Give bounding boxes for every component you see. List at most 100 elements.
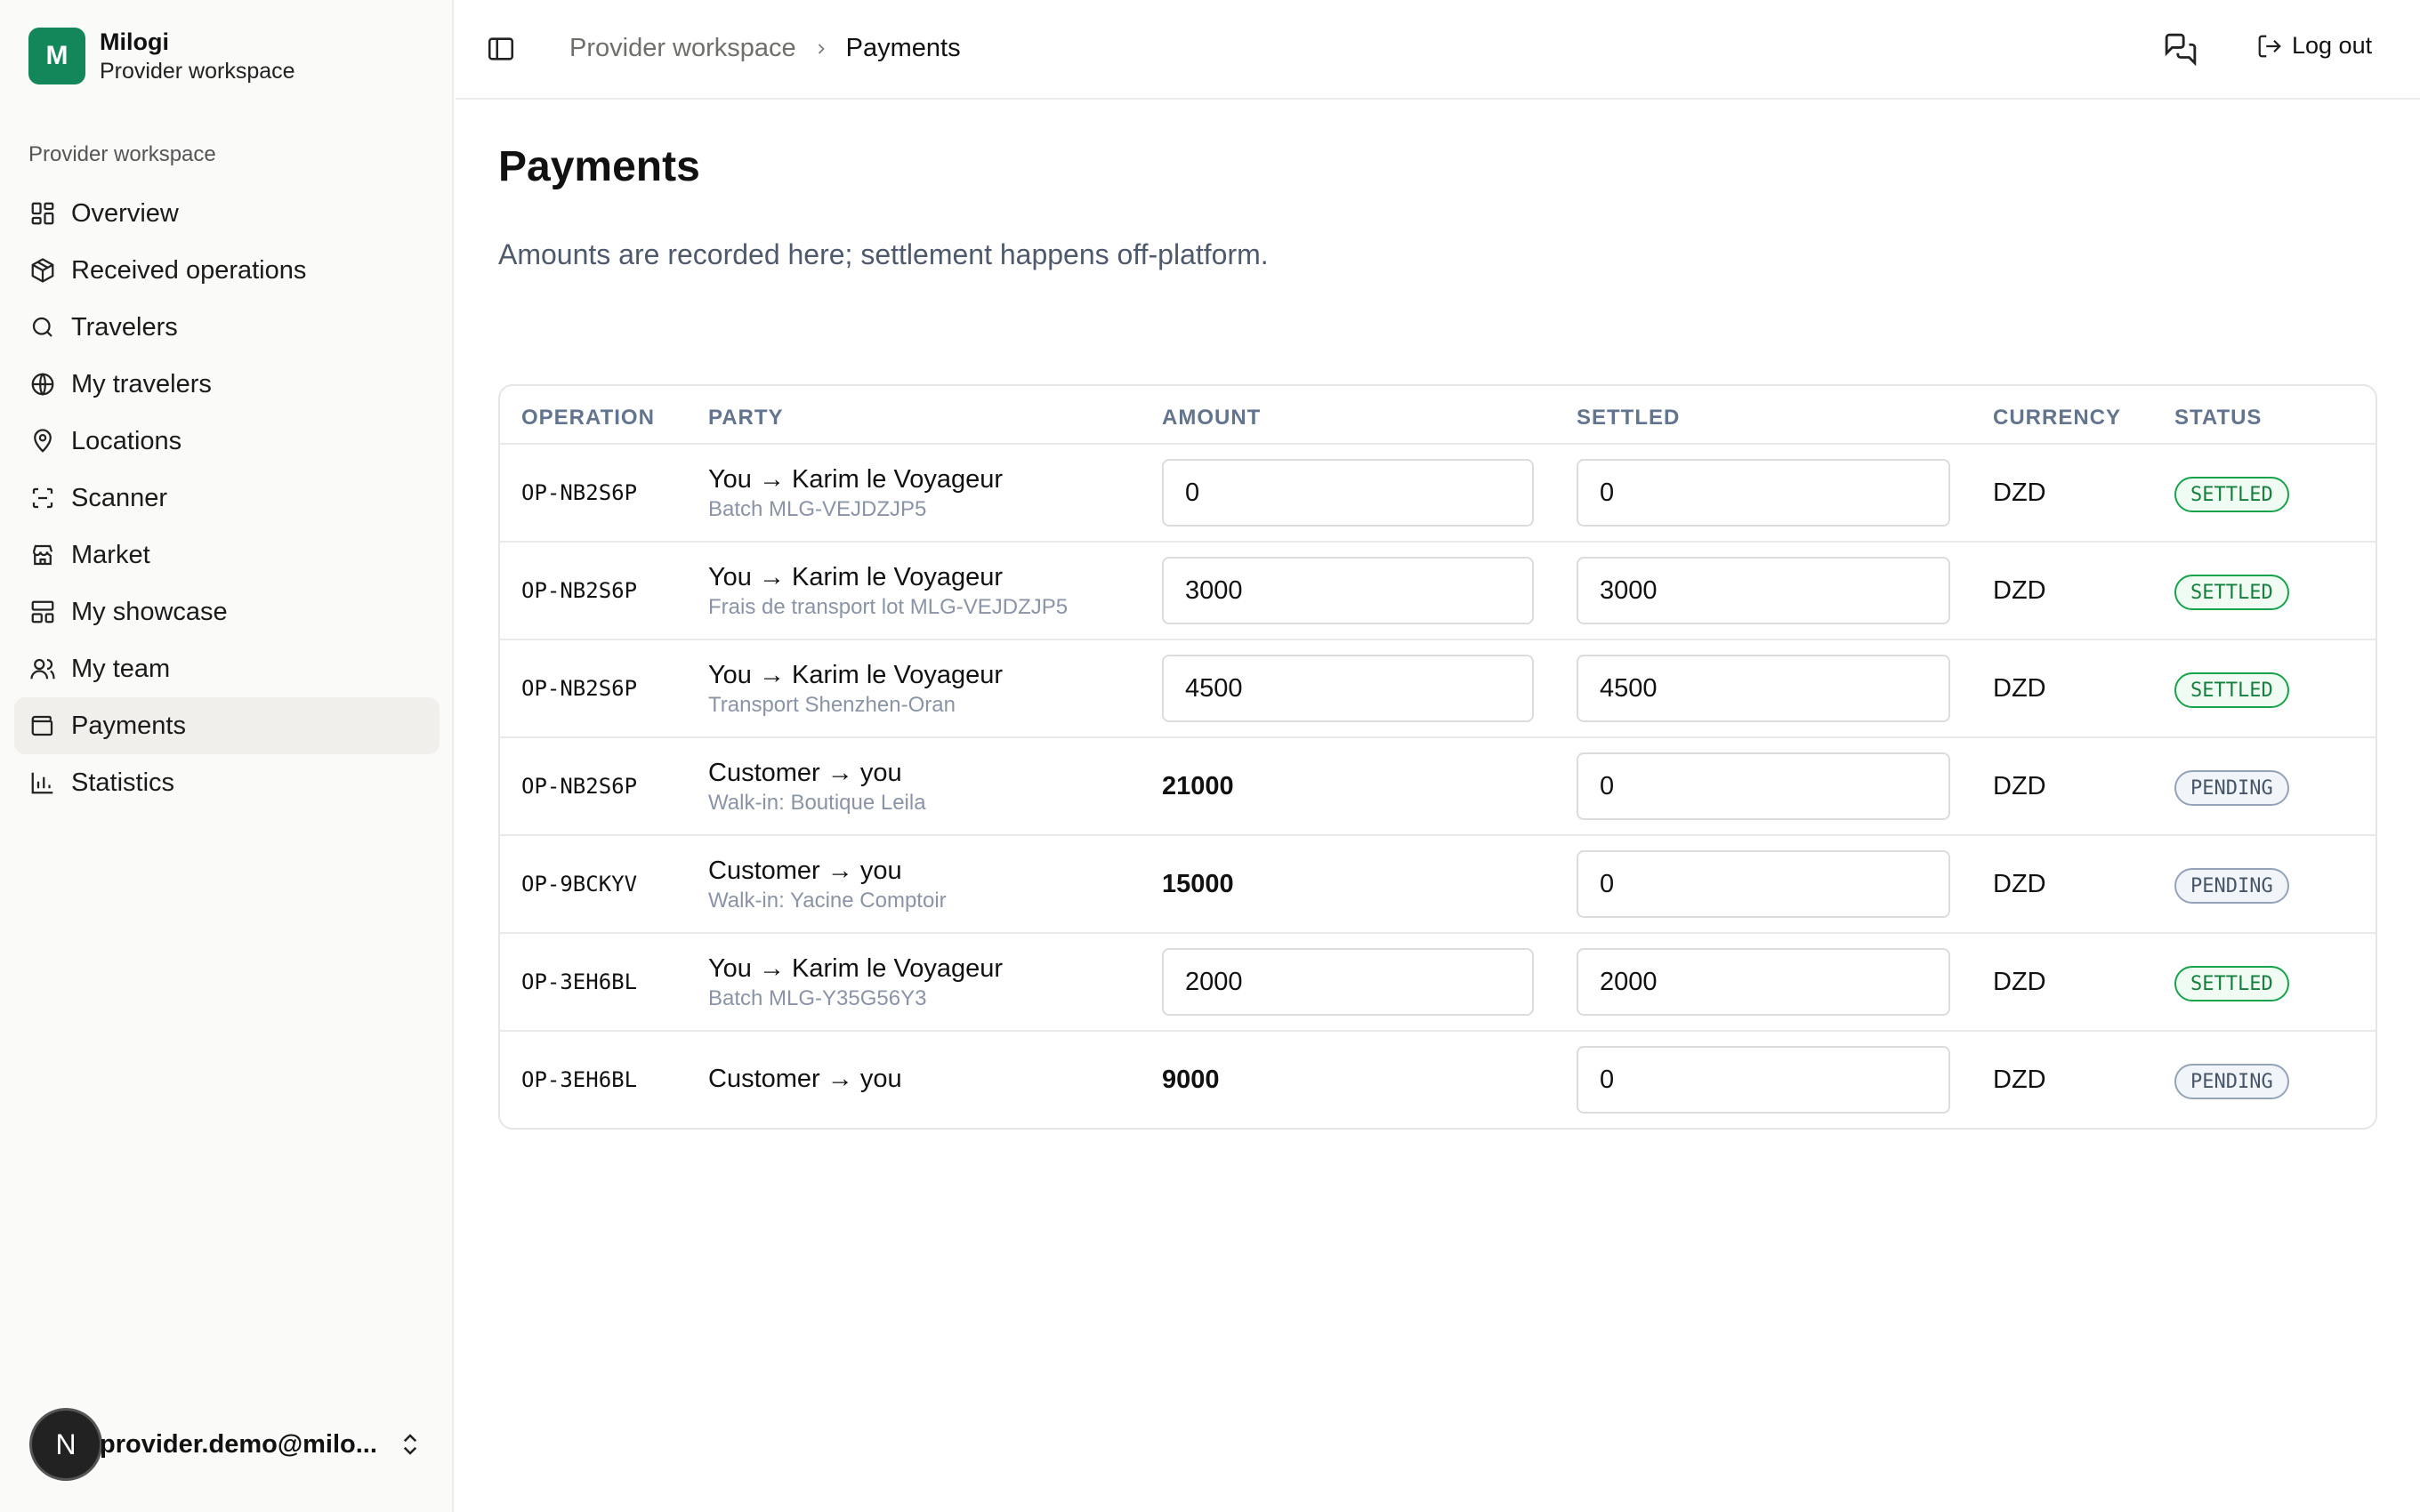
sidebar-item-travelers[interactable]: Travelers bbox=[14, 299, 440, 356]
amount-value: 9000 bbox=[1162, 1066, 1220, 1094]
breadcrumb-current: Payments bbox=[845, 34, 961, 62]
settled-input[interactable] bbox=[1577, 850, 1950, 918]
sidebar-item-label: Overview bbox=[71, 198, 179, 228]
table-header: OPERATION PARTY AMOUNT SETTLED CURRENCY … bbox=[500, 386, 2376, 445]
party-cell: Customer → you bbox=[708, 1062, 902, 1096]
column-header-operation: OPERATION bbox=[521, 406, 655, 430]
chevron-right-icon bbox=[818, 43, 825, 54]
logout-button[interactable]: Log out bbox=[2256, 32, 2372, 60]
scan-icon bbox=[28, 484, 57, 512]
column-header-amount: AMOUNT bbox=[1162, 406, 1262, 430]
amount-input[interactable] bbox=[1162, 948, 1534, 1016]
payments-table: OPERATION PARTY AMOUNT SETTLED CURRENCY … bbox=[498, 384, 2377, 1130]
status-badge: PENDING bbox=[2174, 868, 2289, 904]
amount-input[interactable] bbox=[1162, 655, 1534, 722]
sidebar-item-label: Locations bbox=[71, 426, 182, 455]
amount-input[interactable] bbox=[1162, 459, 1534, 527]
party-cell: Customer → you Walk-in: Yacine Comptoir bbox=[708, 854, 947, 914]
status-badge: SETTLED bbox=[2174, 575, 2289, 610]
settled-input[interactable] bbox=[1577, 1046, 1950, 1114]
party-cell: You → Karim le Voyageur Batch MLG-Y35G56… bbox=[708, 952, 1003, 1012]
breadcrumb-parent[interactable]: Provider workspace bbox=[569, 34, 796, 63]
settled-input[interactable] bbox=[1577, 655, 1950, 722]
party-detail: Transport Shenzhen-Oran bbox=[708, 693, 956, 717]
settled-input[interactable] bbox=[1577, 752, 1950, 820]
grid-icon bbox=[28, 199, 57, 228]
page-title: Payments bbox=[498, 143, 700, 190]
bar-chart-icon bbox=[28, 768, 57, 797]
settled-input[interactable] bbox=[1577, 948, 1950, 1016]
sidebar: M Milogi Provider workspace Provider wor… bbox=[0, 0, 454, 1512]
breadcrumb: Provider workspace Payments bbox=[569, 34, 961, 63]
sidebar-item-locations[interactable]: Locations bbox=[14, 413, 440, 470]
operation-id: OP-3EH6BL bbox=[521, 969, 638, 994]
party-name: You → Karim le Voyageur bbox=[708, 954, 1004, 983]
sidebar-item-label: Scanner bbox=[71, 483, 168, 512]
sidebar-item-overview[interactable]: Overview bbox=[14, 185, 440, 242]
amount-value: 15000 bbox=[1162, 870, 1234, 898]
sidebar-item-label: Travelers bbox=[71, 312, 178, 342]
party-name: You → Karim le Voyageur bbox=[708, 661, 1004, 689]
table-row: OP-9BCKYV Customer → you Walk-in: Yacine… bbox=[500, 836, 2376, 934]
sidebar-item-label: My showcase bbox=[71, 597, 228, 626]
party-name: Customer → you bbox=[708, 857, 902, 885]
status-badge: SETTLED bbox=[2174, 477, 2289, 512]
party-name: You → Karim le Voyageur bbox=[708, 465, 1004, 494]
sidebar-item-label: Market bbox=[71, 540, 150, 569]
layout-icon bbox=[28, 598, 57, 626]
workspace-name: Provider workspace bbox=[100, 59, 295, 84]
globe-icon bbox=[28, 370, 57, 398]
party-detail: Batch MLG-Y35G56Y3 bbox=[708, 986, 927, 1010]
sidebar-item-market[interactable]: Market bbox=[14, 527, 440, 583]
users-icon bbox=[28, 655, 57, 683]
app-name: Milogi bbox=[100, 28, 169, 55]
operation-id: OP-NB2S6P bbox=[521, 578, 638, 603]
table-row: OP-NB2S6P You → Karim le Voyageur Transp… bbox=[500, 640, 2376, 738]
table-row: OP-NB2S6P You → Karim le Voyageur Frais … bbox=[500, 543, 2376, 640]
party-name: Customer → you bbox=[708, 759, 902, 787]
status-badge: SETTLED bbox=[2174, 672, 2289, 708]
party-cell: Customer → you Walk-in: Boutique Leila bbox=[708, 756, 926, 816]
table-row: OP-NB2S6P Customer → you Walk-in: Boutiq… bbox=[500, 738, 2376, 836]
sidebar-item-label: Statistics bbox=[71, 768, 175, 797]
currency: DZD bbox=[1993, 674, 2046, 703]
amount-value: 21000 bbox=[1162, 772, 1234, 800]
sidebar-item-scanner[interactable]: Scanner bbox=[14, 470, 440, 527]
party-detail: Batch MLG-VEJDZJP5 bbox=[708, 497, 927, 521]
amount-input[interactable] bbox=[1162, 557, 1534, 624]
sidebar-item-my-showcase[interactable]: My showcase bbox=[14, 583, 440, 640]
sidebar-item-payments[interactable]: Payments bbox=[14, 697, 440, 754]
operation-id: OP-9BCKYV bbox=[521, 872, 638, 897]
sidebar-item-statistics[interactable]: Statistics bbox=[14, 754, 440, 811]
operation-id: OP-NB2S6P bbox=[521, 480, 638, 505]
sidebar-nav: Overview Received operations Travelers M… bbox=[14, 185, 440, 811]
table-row: OP-NB2S6P You → Karim le Voyageur Batch … bbox=[500, 445, 2376, 543]
map-pin-icon bbox=[28, 427, 57, 455]
logout-icon bbox=[2258, 35, 2281, 57]
party-detail: Frais de transport lot MLG-VEJDZJP5 bbox=[708, 595, 1069, 619]
user-menu[interactable]: N provider.demo@milo... bbox=[32, 1409, 424, 1480]
brand-logo: M bbox=[28, 28, 85, 84]
party-detail: Walk-in: Yacine Comptoir bbox=[708, 889, 947, 913]
currency: DZD bbox=[1993, 1066, 2046, 1094]
currency: DZD bbox=[1993, 576, 2046, 605]
sidebar-item-my-travelers[interactable]: My travelers bbox=[14, 356, 440, 413]
sidebar-toggle-icon[interactable] bbox=[486, 34, 516, 64]
party-detail: Walk-in: Boutique Leila bbox=[708, 791, 926, 815]
page-subtitle: Amounts are recorded here; settlement ha… bbox=[498, 238, 1269, 270]
column-header-party: PARTY bbox=[708, 406, 784, 430]
currency: DZD bbox=[1993, 968, 2046, 996]
party-cell: You → Karim le Voyageur Frais de transpo… bbox=[708, 560, 1068, 621]
sidebar-item-received-operations[interactable]: Received operations bbox=[14, 242, 440, 299]
operation-id: OP-NB2S6P bbox=[521, 676, 638, 701]
settled-input[interactable] bbox=[1577, 459, 1950, 527]
currency: DZD bbox=[1993, 772, 2046, 800]
sidebar-item-label: My travelers bbox=[71, 369, 212, 398]
settled-input[interactable] bbox=[1577, 557, 1950, 624]
brand[interactable]: M Milogi Provider workspace bbox=[28, 27, 295, 85]
operation-id: OP-3EH6BL bbox=[521, 1067, 638, 1092]
messages-icon[interactable] bbox=[2164, 32, 2198, 66]
sidebar-item-my-team[interactable]: My team bbox=[14, 640, 440, 697]
status-badge: SETTLED bbox=[2174, 966, 2289, 1001]
sidebar-item-label: My team bbox=[71, 654, 171, 683]
